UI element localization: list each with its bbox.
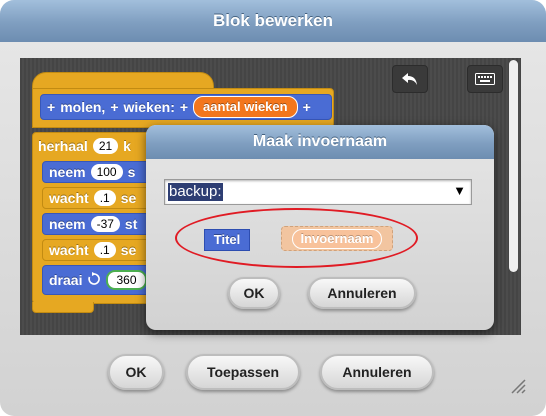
- input-name-value[interactable]: backup:: [168, 183, 223, 201]
- repeat-header: herhaal 21 k: [34, 136, 164, 156]
- block-label: draai: [49, 272, 83, 288]
- repeat-tail: k: [123, 138, 131, 154]
- cancel-button[interactable]: Annuleren: [320, 354, 434, 390]
- vertical-scrollbar[interactable]: [509, 60, 518, 272]
- repeat-count-input[interactable]: 21: [92, 138, 119, 154]
- block-value-input[interactable]: 100: [90, 164, 123, 180]
- block-label: wacht: [49, 190, 89, 206]
- title-option[interactable]: Titel: [204, 229, 250, 251]
- plus-sign[interactable]: +: [303, 99, 311, 115]
- block-label: neem: [49, 164, 86, 180]
- inner-ok-button[interactable]: OK: [228, 277, 280, 309]
- input-name-field[interactable]: backup: ▼: [164, 179, 472, 205]
- keyboard-icon[interactable]: [467, 65, 503, 93]
- resize-handle-icon[interactable]: [508, 376, 526, 394]
- prototype-word: wieken:: [123, 99, 175, 115]
- block-tail: se: [120, 242, 137, 258]
- ok-button[interactable]: OK: [108, 354, 164, 390]
- block-value-input[interactable]: -37: [90, 216, 120, 232]
- plus-sign[interactable]: +: [47, 99, 55, 115]
- apply-button[interactable]: Toepassen: [186, 354, 300, 390]
- block-value-input[interactable]: .1: [93, 242, 116, 258]
- undo-arrow-icon[interactable]: [392, 65, 428, 93]
- edit-block-dialog: Blok bewerken + molen, + wieken: + aanta…: [0, 0, 546, 416]
- block-value-input[interactable]: .1: [93, 190, 116, 206]
- inner-dialog-title: Maak invoernaam: [146, 125, 494, 159]
- block-tail: s: [127, 164, 136, 180]
- custom-block-prototype[interactable]: + molen, + wieken: + aantal wieken +: [40, 94, 332, 120]
- prototype-word: molen,: [60, 99, 106, 115]
- plus-sign[interactable]: +: [110, 99, 118, 115]
- block-tail: se: [120, 190, 137, 206]
- repeat-label: herhaal: [38, 138, 88, 154]
- dropdown-arrow-icon[interactable]: ▼: [453, 183, 466, 198]
- parameter-aantal-wieken[interactable]: aantal wieken: [193, 96, 298, 118]
- input-name-option[interactable]: Invoernaam: [281, 226, 393, 251]
- block-label: neem: [49, 216, 86, 232]
- dialog-title: Blok bewerken: [0, 0, 546, 42]
- plus-sign[interactable]: +: [180, 99, 188, 115]
- turn-ring-input[interactable]: 360: [106, 270, 147, 290]
- block-label: wacht: [49, 242, 89, 258]
- input-name-option-label: Invoernaam: [291, 228, 383, 249]
- block-tail: st: [124, 216, 138, 232]
- repeat-block-footer: [32, 302, 94, 313]
- inner-cancel-button[interactable]: Annuleren: [308, 277, 416, 309]
- rotate-clockwise-icon: [87, 271, 101, 289]
